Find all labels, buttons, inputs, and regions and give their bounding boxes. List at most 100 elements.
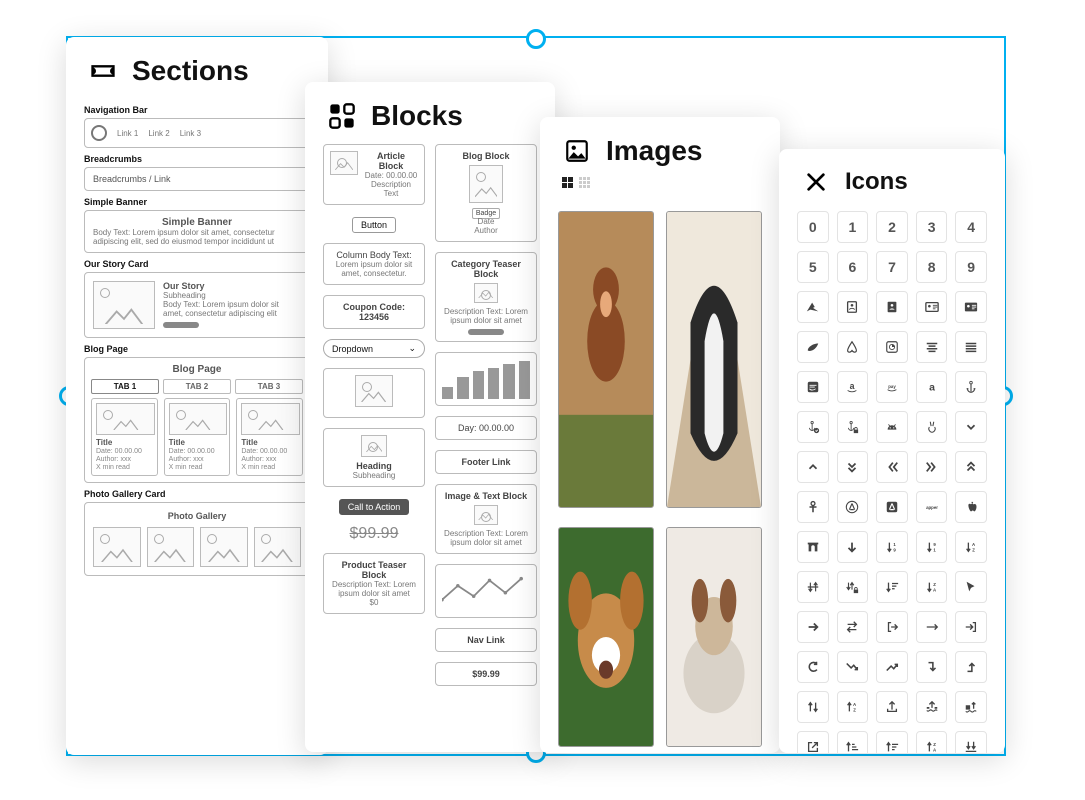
arrow-up-down-icon[interactable] [797,691,829,723]
section-our-story[interactable]: Our Story Card Our Story Subheading Body… [84,259,310,338]
arrow-right-icon[interactable] [797,611,829,643]
android-icon[interactable] [876,411,908,443]
arrow-up-from-water-pump-icon[interactable] [955,691,987,723]
icon-digit-1[interactable]: 1 [837,211,869,243]
amazon-icon[interactable]: a [837,371,869,403]
ankh-icon[interactable] [797,491,829,523]
icon-digit-9[interactable]: 9 [955,251,987,283]
amazon-pay-icon[interactable]: pay [876,371,908,403]
block-bar-chart[interactable] [435,352,537,406]
tab-3[interactable]: TAB 3 [235,379,303,394]
arrow-down-wide-short-icon[interactable] [876,571,908,603]
view-grid-small-button[interactable] [579,177,590,188]
align-center-icon[interactable] [916,331,948,363]
address-book-outline-icon[interactable] [837,291,869,323]
block-image[interactable] [323,368,425,418]
arrow-down-z-a-icon[interactable]: ZA [916,571,948,603]
app-store-ios-icon[interactable] [876,491,908,523]
arrow-right-from-bracket-icon[interactable] [876,611,908,643]
arrow-rotate-right-icon[interactable] [797,651,829,683]
arrow-up-z-a-icon[interactable]: ZA [916,731,948,753]
arrow-up-wide-short-icon[interactable] [876,731,908,753]
arrow-pointer-icon[interactable] [955,571,987,603]
icon-digit-2[interactable]: 2 [876,211,908,243]
arrow-down-icon[interactable] [837,531,869,563]
angellist-icon[interactable] [916,411,948,443]
icon-digit-5[interactable]: 5 [797,251,829,283]
icon-digit-7[interactable]: 7 [876,251,908,283]
alipay-icon[interactable] [797,371,829,403]
view-grid-large-button[interactable] [562,177,573,188]
angles-up-icon[interactable] [955,451,987,483]
section-breadcrumbs[interactable]: Breadcrumbs Breadcrumbs / Link [84,154,310,191]
address-card-icon[interactable] [955,291,987,323]
block-day[interactable]: Day: 00.00.00 [435,416,537,440]
anchor-icon[interactable] [955,371,987,403]
algolia-icon[interactable] [876,331,908,363]
block-price[interactable]: $99.99 [435,662,537,686]
section-blog-page[interactable]: Blog Page Blog Page TAB 1 TAB 2 TAB 3 Ti… [84,344,310,483]
block-old-price[interactable]: $99.99 [350,525,399,542]
section-photo-gallery[interactable]: Photo Gallery Card Photo Gallery [84,489,310,576]
panel-sections[interactable]: Sections Navigation Bar Link 1 Link 2 Li… [66,37,328,755]
block-dropdown[interactable]: Dropdown ⌄ [323,339,425,358]
apper-icon[interactable]: apper [916,491,948,523]
image-thumbnail[interactable] [558,527,654,747]
address-card-outline-icon[interactable] [916,291,948,323]
block-footer-link[interactable]: Footer Link [435,450,537,474]
arrow-up-short-wide-icon[interactable] [837,731,869,753]
angles-down-icon[interactable] [837,451,869,483]
affiliatetheme-icon[interactable] [797,331,829,363]
block-cta[interactable]: Call to Action [339,499,410,515]
panel-blocks[interactable]: Blocks Article Block Date: 00.00.00 Desc… [305,82,555,752]
accusoft-icon[interactable] [797,291,829,323]
app-store-icon[interactable] [837,491,869,523]
arrow-right-to-bracket-icon[interactable] [955,611,987,643]
block-article[interactable]: Article Block Date: 00.00.00 Description… [323,144,425,205]
angles-right-icon[interactable] [916,451,948,483]
resize-handle-top[interactable] [526,29,546,49]
section-simple-banner[interactable]: Simple Banner Simple Banner Body Text: L… [84,197,310,253]
arrow-trend-up-icon[interactable] [876,651,908,683]
arrow-turn-up-icon[interactable] [955,651,987,683]
anchor-circle-check-icon[interactable] [797,411,829,443]
angles-left-icon[interactable] [876,451,908,483]
address-book-icon[interactable] [876,291,908,323]
amilia-icon[interactable]: a [916,371,948,403]
airbnb-icon[interactable] [837,331,869,363]
arrow-turn-down-icon[interactable] [916,651,948,683]
tab-1[interactable]: TAB 1 [91,379,159,394]
block-product-teaser[interactable]: Product Teaser Block Description Text: L… [323,553,425,614]
arrow-down-up-lock-icon[interactable] [837,571,869,603]
block-coupon[interactable]: Coupon Code: 123456 [323,295,425,329]
block-category-teaser[interactable]: Category Teaser Block Description Text: … [435,252,537,342]
archway-icon[interactable] [797,531,829,563]
section-navigation-bar[interactable]: Navigation Bar Link 1 Link 2 Link 3 [84,105,310,148]
arrow-down-9-1-icon[interactable]: 91 [916,531,948,563]
angle-up-icon[interactable] [797,451,829,483]
arrow-up-from-bracket-icon[interactable] [876,691,908,723]
align-justify-icon[interactable] [955,331,987,363]
image-thumbnail[interactable] [666,211,762,508]
arrow-up-a-z-icon[interactable]: AZ [837,691,869,723]
arrow-right-long-icon[interactable] [916,611,948,643]
angle-down-icon[interactable] [955,411,987,443]
icon-digit-6[interactable]: 6 [837,251,869,283]
arrow-down-1-9-icon[interactable]: 19 [876,531,908,563]
icon-digit-8[interactable]: 8 [916,251,948,283]
arrows-down-to-line-icon[interactable] [955,731,987,753]
block-nav-link[interactable]: Nav Link [435,628,537,652]
anchor-lock-icon[interactable] [837,411,869,443]
tab-2[interactable]: TAB 2 [163,379,231,394]
panel-images[interactable]: Images [540,117,780,753]
block-column-body[interactable]: Column Body Text: Lorem ipsum dolor sit … [323,243,425,285]
block-button[interactable]: Button [352,217,396,233]
arrow-trend-down-icon[interactable] [837,651,869,683]
icon-digit-0[interactable]: 0 [797,211,829,243]
panel-icons[interactable]: Icons 0 1 2 3 4 5 6 7 8 9 a pay [779,149,1005,753]
icon-digit-3[interactable]: 3 [916,211,948,243]
arrow-down-a-z-icon[interactable]: AZ [955,531,987,563]
arrow-right-arrow-left-icon[interactable] [837,611,869,643]
block-line-chart[interactable] [435,564,537,618]
block-blog[interactable]: Blog Block Badge Date Author [435,144,537,242]
